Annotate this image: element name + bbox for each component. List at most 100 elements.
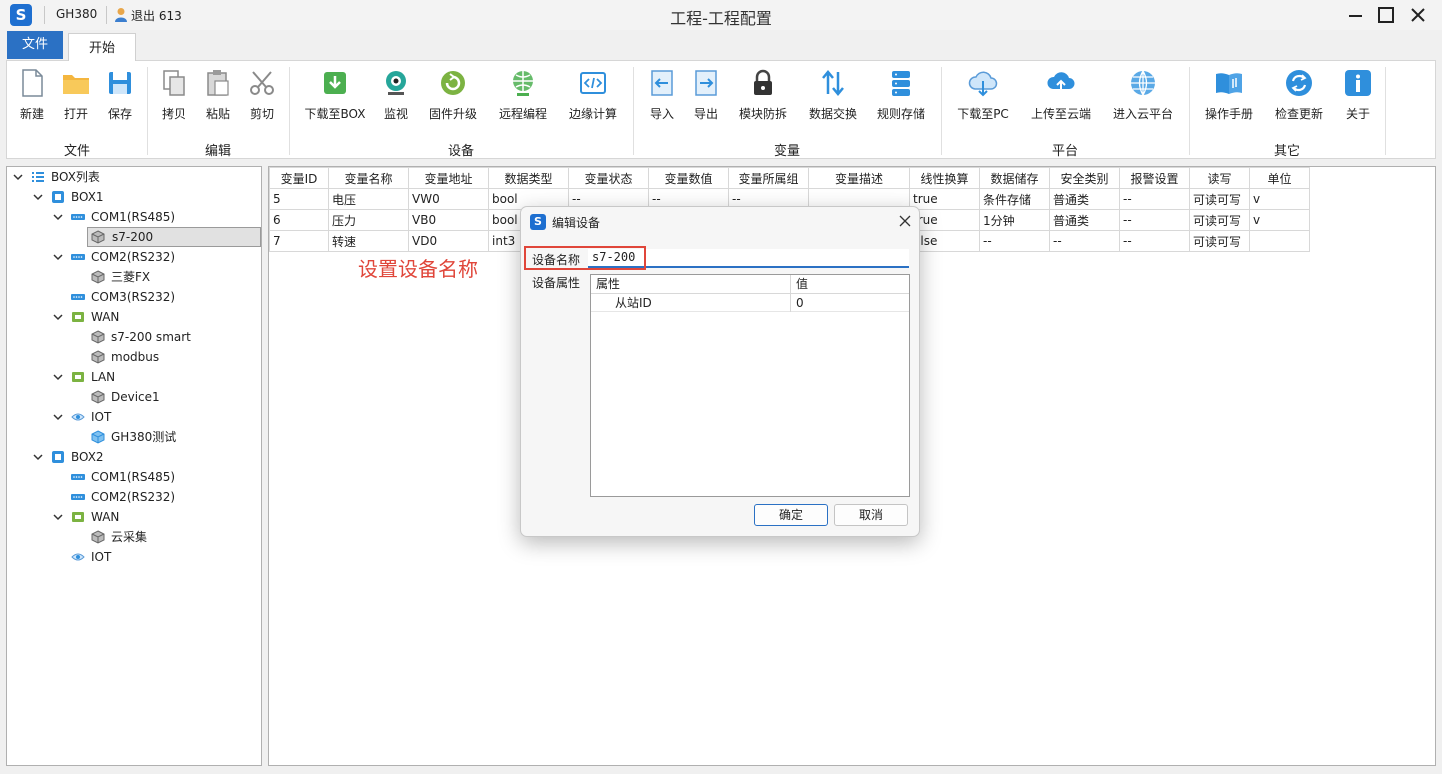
ok-button[interactable]: 确定 <box>754 504 828 526</box>
column-header[interactable]: 安全类别 <box>1049 167 1120 189</box>
data-exchange-button[interactable]: 数据交换 <box>805 67 861 122</box>
tree-node-wan[interactable]: WAN <box>51 307 259 327</box>
column-header[interactable]: 数据储存 <box>979 167 1050 189</box>
box-tree[interactable]: BOX列表 BOX1 COM1(RS485) s7-200 COM2(RS232… <box>6 166 262 766</box>
new-button[interactable]: 新建 <box>15 67 49 122</box>
column-header[interactable]: 数据类型 <box>488 167 569 189</box>
table-cell[interactable]: 压力 <box>328 209 409 231</box>
column-header[interactable]: 报警设置 <box>1119 167 1190 189</box>
table-cell[interactable]: 普通类 <box>1049 188 1120 210</box>
table-cell[interactable]: 7 <box>269 230 329 252</box>
tree-node-device[interactable]: Device1 <box>89 387 259 407</box>
column-header[interactable]: 变量描述 <box>808 167 910 189</box>
check-update-button[interactable]: 检查更新 <box>1271 67 1327 122</box>
table-cell[interactable]: -- <box>1049 230 1120 252</box>
property-grid[interactable]: 属性 值 从站ID 0 <box>590 274 910 497</box>
tree-node-box1[interactable]: BOX1 <box>31 187 259 207</box>
paste-button[interactable]: 粘贴 <box>201 67 235 122</box>
table-cell[interactable]: VW0 <box>408 188 489 210</box>
tree-node-device-selected[interactable]: s7-200 <box>87 227 261 247</box>
monitor-button[interactable]: 监视 <box>379 67 413 122</box>
table-cell[interactable]: true <box>909 209 980 231</box>
table-cell[interactable]: VB0 <box>408 209 489 231</box>
table-cell[interactable]: -- <box>1119 230 1190 252</box>
table-cell[interactable]: -- <box>1119 209 1190 231</box>
firmware-upgrade-button[interactable]: 固件升级 <box>425 67 481 122</box>
chevron-down-icon[interactable] <box>53 212 63 222</box>
chevron-down-icon[interactable] <box>13 172 23 182</box>
tree-node-device[interactable]: modbus <box>89 347 259 367</box>
property-column-divider[interactable] <box>790 275 791 312</box>
tab-start[interactable]: 开始 <box>68 33 136 61</box>
tree-node-com[interactable]: COM1(RS485) <box>51 467 259 487</box>
table-cell[interactable]: 5 <box>269 188 329 210</box>
chevron-down-icon[interactable] <box>53 252 63 262</box>
table-cell[interactable]: alse <box>909 230 980 252</box>
table-cell[interactable] <box>1249 230 1310 252</box>
module-tamper-button[interactable]: 模块防拆 <box>735 67 791 122</box>
column-header[interactable]: 变量状态 <box>568 167 649 189</box>
manual-button[interactable]: 操作手册 <box>1201 67 1257 122</box>
column-header[interactable]: 线性换算 <box>909 167 980 189</box>
table-cell[interactable]: 条件存储 <box>979 188 1050 210</box>
table-cell[interactable]: 可读可写 <box>1189 188 1250 210</box>
column-header[interactable]: 变量地址 <box>408 167 489 189</box>
rule-storage-button[interactable]: 规则存储 <box>873 67 929 122</box>
tree-node-iot[interactable]: IOT <box>51 547 259 567</box>
download-box-button[interactable]: 下载至BOX <box>303 67 367 122</box>
tree-node-device[interactable]: 云采集 <box>89 527 259 547</box>
chevron-down-icon[interactable] <box>53 372 63 382</box>
column-header[interactable]: 变量数值 <box>648 167 729 189</box>
table-cell[interactable]: 转速 <box>328 230 409 252</box>
table-cell[interactable]: -- <box>1119 188 1190 210</box>
edge-computing-button[interactable]: 边缘计算 <box>565 67 621 122</box>
tree-node-root[interactable]: BOX列表 <box>11 167 259 187</box>
table-cell[interactable]: 电压 <box>328 188 409 210</box>
table-cell[interactable]: 1分钟 <box>979 209 1050 231</box>
table-cell[interactable]: true <box>909 188 980 210</box>
tree-node-device[interactable]: GH380测试 <box>89 427 259 447</box>
tree-node-lan[interactable]: LAN <box>51 367 259 387</box>
column-header[interactable]: 单位 <box>1249 167 1310 189</box>
table-cell[interactable]: 可读可写 <box>1189 209 1250 231</box>
chevron-down-icon[interactable] <box>53 512 63 522</box>
minimize-icon[interactable] <box>1346 5 1366 25</box>
about-button[interactable]: 关于 <box>1341 67 1375 122</box>
close-icon[interactable] <box>1408 5 1428 25</box>
column-header[interactable]: 变量所属组 <box>728 167 809 189</box>
upload-cloud-button[interactable]: 上传至云端 <box>1025 67 1097 122</box>
copy-button[interactable]: 拷贝 <box>157 67 191 122</box>
tree-node-device[interactable]: 三菱FX <box>89 267 259 287</box>
chevron-down-icon[interactable] <box>53 312 63 322</box>
tree-node-com[interactable]: COM2(RS232) <box>51 487 259 507</box>
tree-node-box2[interactable]: BOX2 <box>31 447 259 467</box>
download-pc-button[interactable]: 下载至PC <box>953 67 1013 122</box>
export-button[interactable]: 导出 <box>689 67 723 122</box>
cloud-platform-button[interactable]: 进入云平台 <box>1107 67 1179 122</box>
tab-file[interactable]: 文件 <box>7 31 63 59</box>
remote-program-button[interactable]: 远程编程 <box>495 67 551 122</box>
dialog-close-icon[interactable] <box>899 215 911 227</box>
chevron-down-icon[interactable] <box>33 452 43 462</box>
property-row[interactable]: 从站ID 0 <box>591 294 909 312</box>
tree-node-device[interactable]: s7-200 smart <box>89 327 259 347</box>
column-header[interactable]: 变量ID <box>269 167 329 189</box>
property-value[interactable]: 0 <box>796 294 804 312</box>
cut-button[interactable]: 剪切 <box>245 67 279 122</box>
table-cell[interactable]: VD0 <box>408 230 489 252</box>
table-cell[interactable]: v <box>1249 209 1310 231</box>
column-header[interactable]: 变量名称 <box>328 167 409 189</box>
table-cell[interactable]: 普通类 <box>1049 209 1120 231</box>
chevron-down-icon[interactable] <box>53 412 63 422</box>
tree-node-com[interactable]: COM1(RS485) <box>51 207 259 227</box>
table-cell[interactable]: 6 <box>269 209 329 231</box>
tree-node-iot[interactable]: IOT <box>51 407 259 427</box>
table-cell[interactable]: v <box>1249 188 1310 210</box>
tree-node-com[interactable]: COM3(RS232) <box>51 287 259 307</box>
chevron-down-icon[interactable] <box>33 192 43 202</box>
maximize-icon[interactable] <box>1376 5 1396 25</box>
tree-node-com[interactable]: COM2(RS232) <box>51 247 259 267</box>
import-button[interactable]: 导入 <box>645 67 679 122</box>
tree-node-wan[interactable]: WAN <box>51 507 259 527</box>
open-button[interactable]: 打开 <box>59 67 93 122</box>
